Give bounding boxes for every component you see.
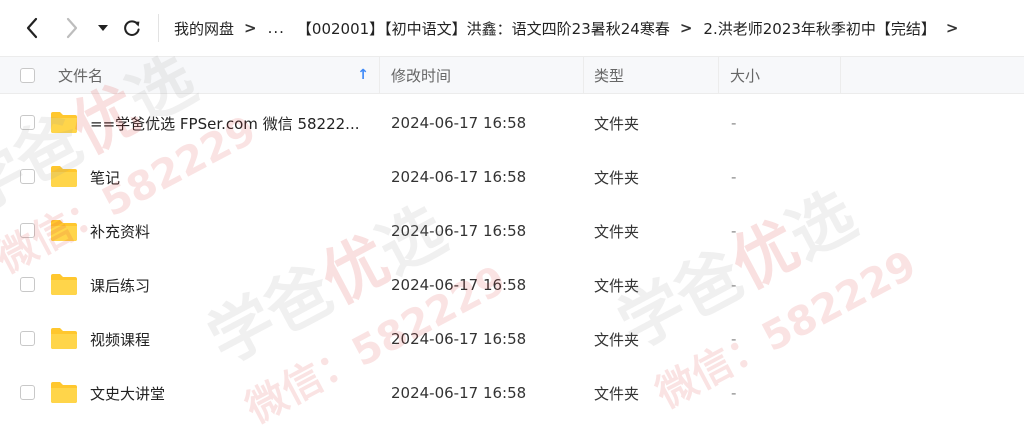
table-row[interactable]: 课后练习 2024-06-17 16:58 文件夹 -	[0, 258, 1024, 312]
file-size: -	[731, 330, 737, 348]
forward-button[interactable]	[58, 12, 86, 44]
breadcrumb-item-current[interactable]: 2.洪老师2023年秋季初中【完结】	[703, 18, 936, 39]
table-row[interactable]: 文史大讲堂 2024-06-17 16:58 文件夹 -	[0, 366, 1024, 420]
breadcrumb-item-root[interactable]: 我的网盘	[174, 18, 234, 39]
table-row[interactable]: 补充资料 2024-06-17 16:58 文件夹 -	[0, 204, 1024, 258]
file-modified: 2024-06-17 16:58	[391, 168, 527, 186]
column-header-modified[interactable]: 修改时间	[380, 57, 584, 93]
file-size: -	[731, 276, 737, 294]
column-header-size[interactable]: 大小	[719, 57, 841, 93]
folder-icon	[51, 274, 77, 295]
file-name: 补充资料	[90, 222, 151, 241]
navigation-bar: 我的网盘 > ... 【002001】【初中语文】洪鑫：语文四阶23暑秋24寒春…	[0, 0, 1024, 56]
refresh-button[interactable]	[118, 12, 146, 44]
refresh-icon	[124, 20, 140, 36]
table-row[interactable]: 视频课程 2024-06-17 16:58 文件夹 -	[0, 312, 1024, 366]
file-modified: 2024-06-17 16:58	[391, 222, 527, 240]
folder-icon	[51, 328, 77, 349]
column-header-name[interactable]: 文件名 ↑	[0, 57, 380, 93]
breadcrumb-separator: >	[244, 19, 257, 37]
chevron-left-icon	[26, 17, 38, 39]
sort-ascending-icon: ↑	[357, 67, 369, 83]
file-modified: 2024-06-17 16:58	[391, 384, 527, 402]
column-header-modified-label: 修改时间	[391, 66, 452, 85]
row-checkbox[interactable]	[20, 115, 35, 130]
file-modified: 2024-06-17 16:58	[391, 276, 527, 294]
breadcrumb: 我的网盘 > ... 【002001】【初中语文】洪鑫：语文四阶23暑秋24寒春…	[174, 0, 1024, 56]
folder-icon	[51, 166, 77, 187]
column-header-name-label: 文件名	[58, 66, 104, 85]
folder-icon	[51, 382, 77, 403]
breadcrumb-separator: >	[945, 19, 959, 37]
breadcrumb-separator: >	[679, 19, 693, 37]
column-header-type-label: 类型	[594, 66, 625, 85]
file-name: 视频课程	[90, 330, 151, 349]
breadcrumb-item-course[interactable]: 【002001】【初中语文】洪鑫：语文四阶23暑秋24寒春	[297, 18, 670, 39]
file-type: 文件夹	[594, 384, 640, 403]
breadcrumb-item-ellipsis[interactable]: ...	[268, 19, 285, 37]
history-dropdown-button[interactable]	[90, 12, 116, 44]
chevron-right-icon	[66, 17, 78, 39]
caret-down-icon	[98, 25, 108, 31]
table-row[interactable]: 笔记 2024-06-17 16:58 文件夹 -	[0, 150, 1024, 204]
row-checkbox[interactable]	[20, 169, 35, 184]
file-size: -	[731, 168, 737, 186]
file-name: 文史大讲堂	[90, 384, 166, 403]
table-row[interactable]: ==学爸优选 FPSer.com 微信 58222... 2024-06-17 …	[0, 96, 1024, 150]
back-button[interactable]	[18, 12, 46, 44]
file-size: -	[731, 384, 737, 402]
file-name: ==学爸优选 FPSer.com 微信 58222...	[90, 114, 360, 133]
file-type: 文件夹	[594, 168, 640, 187]
row-checkbox[interactable]	[20, 223, 35, 238]
file-modified: 2024-06-17 16:58	[391, 114, 527, 132]
row-checkbox[interactable]	[20, 277, 35, 292]
column-header-size-label: 大小	[730, 66, 761, 85]
file-type: 文件夹	[594, 222, 640, 241]
folder-icon	[51, 220, 77, 241]
row-checkbox[interactable]	[20, 385, 35, 400]
file-type: 文件夹	[594, 114, 640, 133]
file-type: 文件夹	[594, 276, 640, 295]
file-name: 笔记	[90, 168, 121, 187]
file-modified: 2024-06-17 16:58	[391, 330, 527, 348]
file-size: -	[731, 222, 737, 240]
file-list-header: 文件名 ↑ 修改时间 类型 大小	[0, 56, 1024, 94]
file-type: 文件夹	[594, 330, 640, 349]
row-checkbox[interactable]	[20, 331, 35, 346]
file-name: 课后练习	[90, 276, 151, 295]
file-size: -	[731, 114, 737, 132]
folder-icon	[51, 112, 77, 133]
column-header-type[interactable]: 类型	[584, 57, 719, 93]
toolbar-divider	[158, 14, 159, 42]
